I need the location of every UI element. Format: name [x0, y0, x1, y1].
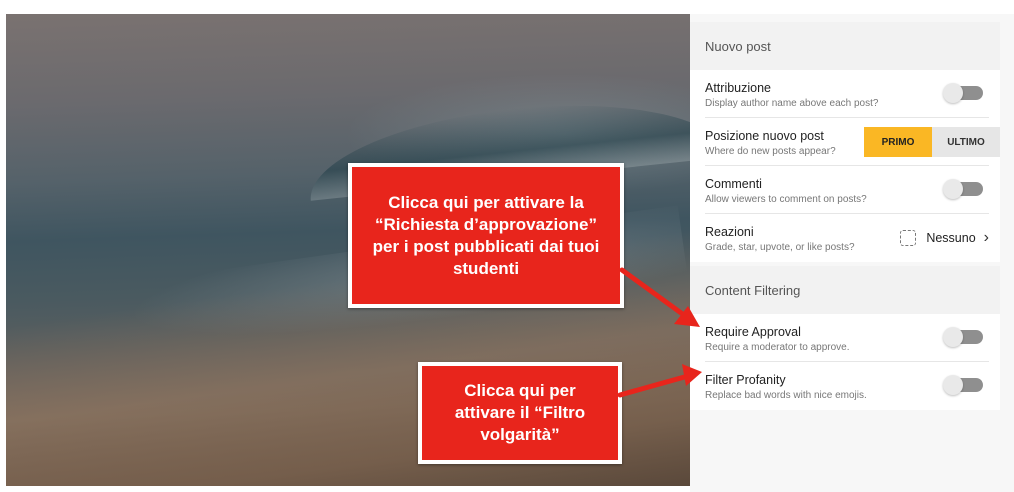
- setting-row-posizione: Posizione nuovo post Where do new posts …: [705, 118, 1000, 166]
- setting-description: Grade, star, upvote, or like posts?: [705, 242, 855, 253]
- callout-line: Clicca qui per: [464, 381, 576, 400]
- setting-row-filter-profanity: Filter Profanity Replace bad words with …: [705, 362, 989, 410]
- toggle-knob: [943, 179, 963, 199]
- setting-description: Allow viewers to comment on posts?: [705, 194, 867, 205]
- setting-row-reazioni: Reazioni Grade, star, upvote, or like po…: [705, 214, 989, 262]
- attribuzione-toggle[interactable]: [943, 83, 983, 103]
- toggle-knob: [943, 83, 963, 103]
- section-header-nuovo-post: Nuovo post: [690, 22, 1000, 70]
- section-content-filtering: Require Approval Require a moderator to …: [690, 314, 1000, 410]
- section-nuovo-post: Attribuzione Display author name above e…: [690, 70, 1000, 262]
- filter-profanity-toggle[interactable]: [943, 375, 983, 395]
- callout-line: studenti: [452, 258, 520, 278]
- setting-row-attribuzione: Attribuzione Display author name above e…: [705, 70, 989, 118]
- setting-title: Reazioni: [705, 225, 754, 239]
- require-approval-toggle[interactable]: [943, 327, 983, 347]
- setting-description: Require a moderator to approve.: [705, 342, 850, 353]
- reazioni-select[interactable]: Nessuno ›: [900, 228, 989, 248]
- primo-button[interactable]: PRIMO: [864, 127, 932, 157]
- commenti-toggle[interactable]: [943, 179, 983, 199]
- dashed-square-icon: [900, 230, 917, 246]
- toggle-knob: [943, 375, 963, 395]
- chevron-right-icon: ›: [983, 229, 989, 246]
- reazioni-value: Nessuno: [926, 231, 976, 245]
- callout-line: volgarità”: [480, 425, 560, 444]
- setting-description: Display author name above each post?: [705, 98, 879, 109]
- setting-description: Where do new posts appear?: [705, 146, 836, 157]
- setting-title: Filter Profanity: [705, 373, 786, 387]
- setting-title: Commenti: [705, 177, 762, 191]
- setting-row-require-approval: Require Approval Require a moderator to …: [705, 314, 989, 362]
- callout-text: Clicca qui per attivare il “Filtro volga…: [455, 380, 585, 446]
- toggle-knob: [943, 327, 963, 347]
- callout-text: Clicca qui per attivare la “Richiesta d’…: [373, 192, 600, 280]
- callout-line: per i post pubblicati dai tuoi: [372, 236, 600, 256]
- settings-panel: Nuovo post Attribuzione Display author n…: [690, 14, 1014, 492]
- approval-callout: Clicca qui per attivare la “Richiesta d’…: [348, 163, 624, 308]
- callout-line: attivare il “Filtro: [454, 403, 586, 422]
- setting-title: Require Approval: [705, 325, 801, 339]
- setting-title: Attribuzione: [705, 81, 772, 95]
- callout-line: Clicca qui per attivare la: [388, 192, 584, 212]
- callout-line: “Richiesta d’approvazione”: [374, 214, 597, 234]
- position-segmented-control: PRIMO ULTIMO: [864, 127, 1000, 157]
- setting-description: Replace bad words with nice emojis.: [705, 390, 867, 401]
- profanity-callout: Clicca qui per attivare il “Filtro volga…: [418, 362, 622, 464]
- ultimo-button[interactable]: ULTIMO: [932, 127, 1000, 157]
- setting-title: Posizione nuovo post: [705, 129, 824, 143]
- section-header-content-filtering: Content Filtering: [690, 266, 1000, 314]
- setting-row-commenti: Commenti Allow viewers to comment on pos…: [705, 166, 989, 214]
